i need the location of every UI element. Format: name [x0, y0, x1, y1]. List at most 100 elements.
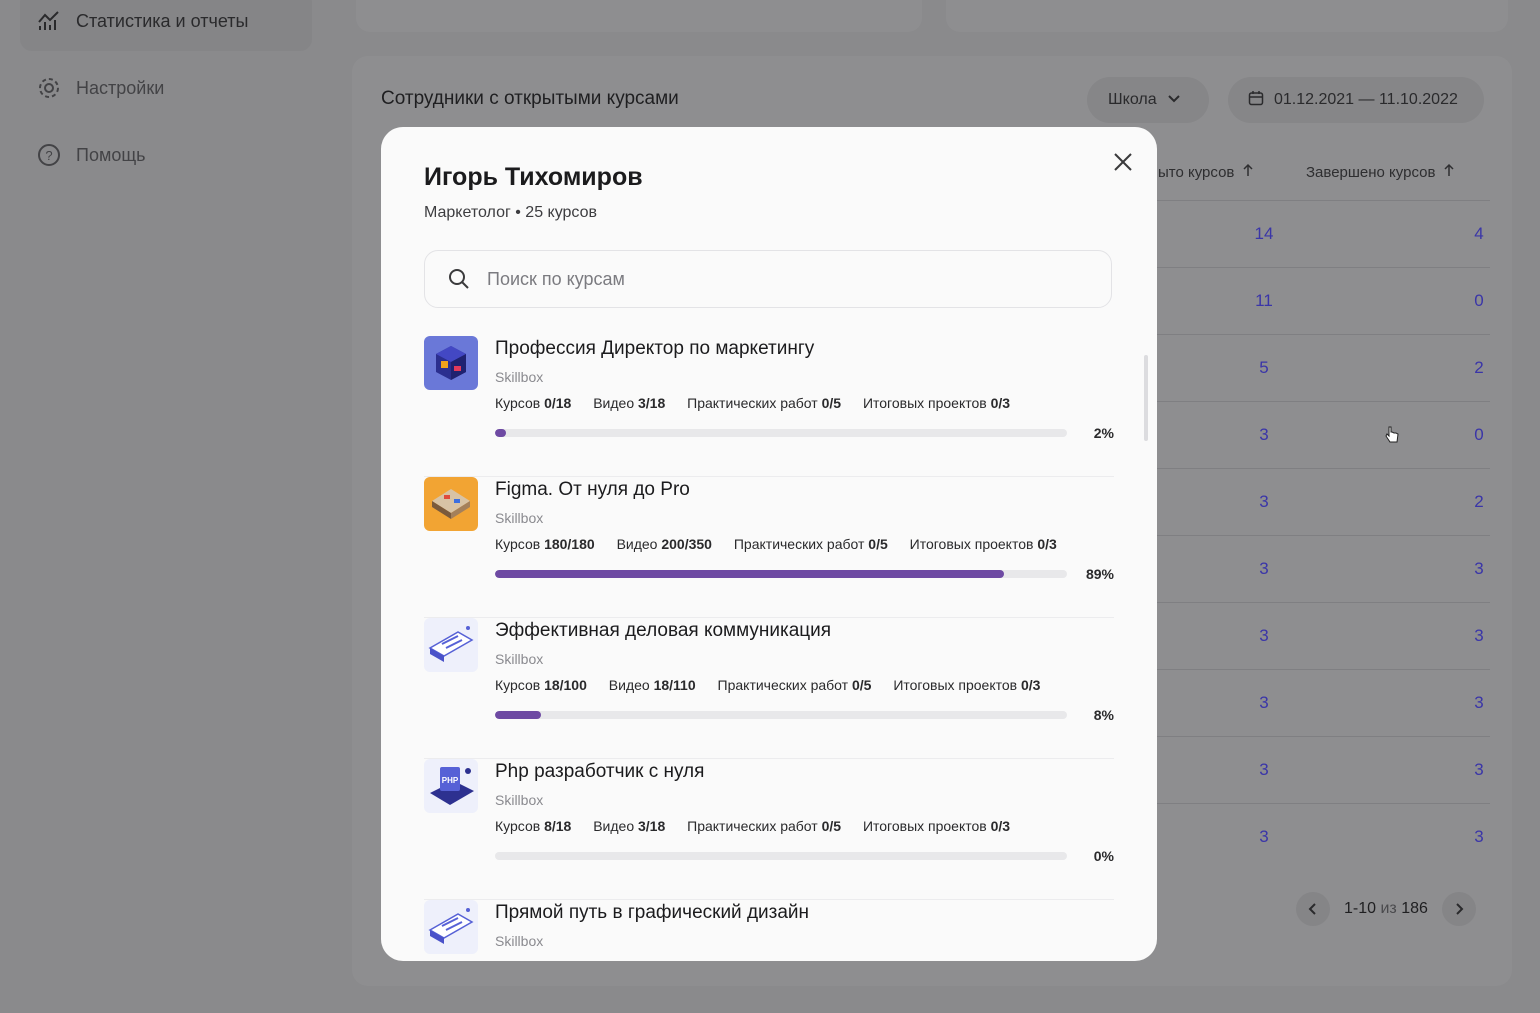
pagination-of: из — [1380, 900, 1397, 917]
row-divider — [1150, 669, 1490, 670]
completed-courses-cell[interactable]: 2 — [1449, 358, 1509, 378]
communication-course-thumbnail — [424, 618, 478, 672]
search-input[interactable] — [485, 267, 1049, 291]
progress-percent: 2% — [1093, 425, 1114, 441]
school-filter-label: Школа — [1108, 91, 1157, 108]
stat-label: Практических работ — [717, 677, 849, 693]
marketing-course-thumbnail — [424, 336, 478, 390]
chevron-right-icon — [1456, 903, 1464, 915]
column-header-completed[interactable]: Завершено курсов — [1306, 163, 1455, 181]
completed-courses-cell[interactable]: 3 — [1449, 693, 1509, 713]
progress-percent: 89% — [1085, 566, 1114, 582]
panel-title: Сотрудники с открытыми курсами — [381, 88, 679, 109]
course-school: Skillbox — [495, 933, 544, 949]
stat-practice: 0/5 — [851, 677, 872, 693]
stat-label: Видео — [593, 395, 635, 411]
column-header-label: Завершено курсов — [1306, 163, 1436, 181]
pagination-range: 1-10 — [1344, 900, 1377, 917]
chevron-left-icon — [1308, 903, 1316, 915]
stat-courses: 180/180 — [544, 536, 595, 552]
figma-course-thumbnail — [424, 477, 478, 531]
stat-video: 3/18 — [638, 395, 666, 411]
sidebar: Статистика и отчеты Настройки ? Помощь — [0, 0, 330, 1013]
stat-video: 18/110 — [653, 677, 696, 693]
sidebar-item-label: Статистика и отчеты — [76, 10, 249, 31]
opened-courses-cell[interactable]: 3 — [1234, 492, 1294, 512]
pagination-total: 186 — [1401, 900, 1428, 917]
hand-cursor-icon — [1383, 425, 1401, 450]
date-range-filter[interactable]: 01.12.2021 — 11.10.2022 — [1228, 77, 1484, 123]
opened-courses-cell[interactable]: 5 — [1234, 358, 1294, 378]
scrollbar[interactable] — [1144, 355, 1148, 441]
column-header-opened[interactable]: ыто курсов — [1158, 163, 1254, 181]
stat-final: 0/3 — [1021, 677, 1041, 693]
close-icon — [1114, 153, 1132, 171]
opened-courses-cell[interactable]: 11 — [1234, 291, 1294, 311]
completed-courses-cell[interactable]: 3 — [1449, 559, 1509, 579]
stat-courses: 0/18 — [544, 395, 572, 411]
progress-bar — [495, 429, 1067, 437]
opened-courses-cell[interactable]: 14 — [1234, 224, 1294, 244]
opened-courses-cell[interactable]: 3 — [1234, 693, 1294, 713]
gear-icon — [36, 75, 62, 101]
course-item[interactable]: Профессия Директор по маркетингу Skillbo… — [424, 336, 1114, 477]
stat-video: 200/350 — [661, 536, 712, 552]
progress-bar — [495, 852, 1067, 860]
arrow-up-icon — [1242, 163, 1254, 181]
calendar-icon — [1248, 90, 1264, 111]
course-item[interactable]: Прямой путь в графический дизайн Skillbo… — [424, 900, 1114, 961]
svg-text:PHP: PHP — [442, 776, 459, 785]
school-filter[interactable]: Школа — [1087, 77, 1209, 123]
employee-name: Игорь Тихомиров — [424, 163, 643, 191]
sidebar-item-statistics[interactable]: Статистика и отчеты — [20, 0, 312, 51]
stat-label: Практических работ — [733, 536, 865, 552]
completed-courses-cell[interactable]: 4 — [1449, 224, 1509, 244]
stat-final: 0/3 — [1037, 536, 1057, 552]
course-stats: Курсов 18/100 Видео 18/110 Практических … — [495, 677, 1058, 693]
progress-bar — [495, 570, 1067, 578]
sidebar-item-help[interactable]: ? Помощь — [20, 125, 312, 185]
stat-practice: 0/5 — [868, 536, 888, 552]
progress-bar — [495, 711, 1067, 719]
pagination-text: 1-10 из 186 — [1344, 900, 1428, 918]
row-divider — [1150, 200, 1490, 201]
course-school: Skillbox — [495, 510, 544, 526]
completed-courses-cell[interactable]: 0 — [1449, 291, 1509, 311]
completed-courses-cell[interactable]: 2 — [1449, 492, 1509, 512]
close-button[interactable] — [1112, 151, 1134, 173]
completed-courses-cell[interactable]: 0 — [1449, 425, 1509, 445]
stat-courses: 8/18 — [544, 818, 572, 834]
opened-courses-cell[interactable]: 3 — [1234, 827, 1294, 847]
stat-label: Курсов — [495, 395, 541, 411]
opened-courses-cell[interactable]: 3 — [1234, 559, 1294, 579]
course-school: Skillbox — [495, 369, 544, 385]
sidebar-item-settings[interactable]: Настройки — [20, 58, 312, 118]
completed-courses-cell[interactable]: 3 — [1449, 827, 1509, 847]
top-card — [356, 0, 922, 32]
progress-percent: 8% — [1093, 707, 1114, 723]
help-icon: ? — [36, 142, 62, 168]
next-page-button[interactable] — [1441, 892, 1476, 926]
course-stats: Курсов 0/18 Видео 3/18 Практических рабо… — [495, 395, 1028, 411]
progress-fill — [495, 429, 507, 437]
stat-label: Видео — [608, 677, 650, 693]
stat-label: Итоговых проектов — [909, 536, 1034, 552]
row-divider — [1150, 267, 1490, 268]
sidebar-item-label: Настройки — [76, 77, 165, 98]
opened-courses-cell[interactable]: 3 — [1234, 425, 1294, 445]
employee-subtitle: Маркетолог • 25 курсов — [424, 204, 598, 221]
opened-courses-cell[interactable]: 3 — [1234, 760, 1294, 780]
course-item[interactable]: PHP Php разработчик с нуля Skillbox Курс… — [424, 759, 1114, 900]
completed-courses-cell[interactable]: 3 — [1449, 760, 1509, 780]
sidebar-item-label: Помощь — [76, 144, 146, 165]
completed-courses-cell[interactable]: 3 — [1449, 626, 1509, 646]
course-search[interactable] — [424, 250, 1112, 308]
stat-label: Итоговых проектов — [862, 395, 987, 411]
prev-page-button[interactable] — [1296, 892, 1330, 926]
opened-courses-cell[interactable]: 3 — [1234, 626, 1294, 646]
employee-courses-modal: Игорь Тихомиров Маркетолог • 25 курсов П… — [381, 127, 1157, 961]
course-item[interactable]: Эффективная деловая коммуникация Skillbo… — [424, 618, 1114, 759]
course-item[interactable]: Figma. От нуля до Pro Skillbox Курсов 18… — [424, 477, 1114, 618]
stat-label: Практических работ — [687, 395, 818, 411]
pagination: 1-10 из 186 — [1296, 891, 1476, 927]
